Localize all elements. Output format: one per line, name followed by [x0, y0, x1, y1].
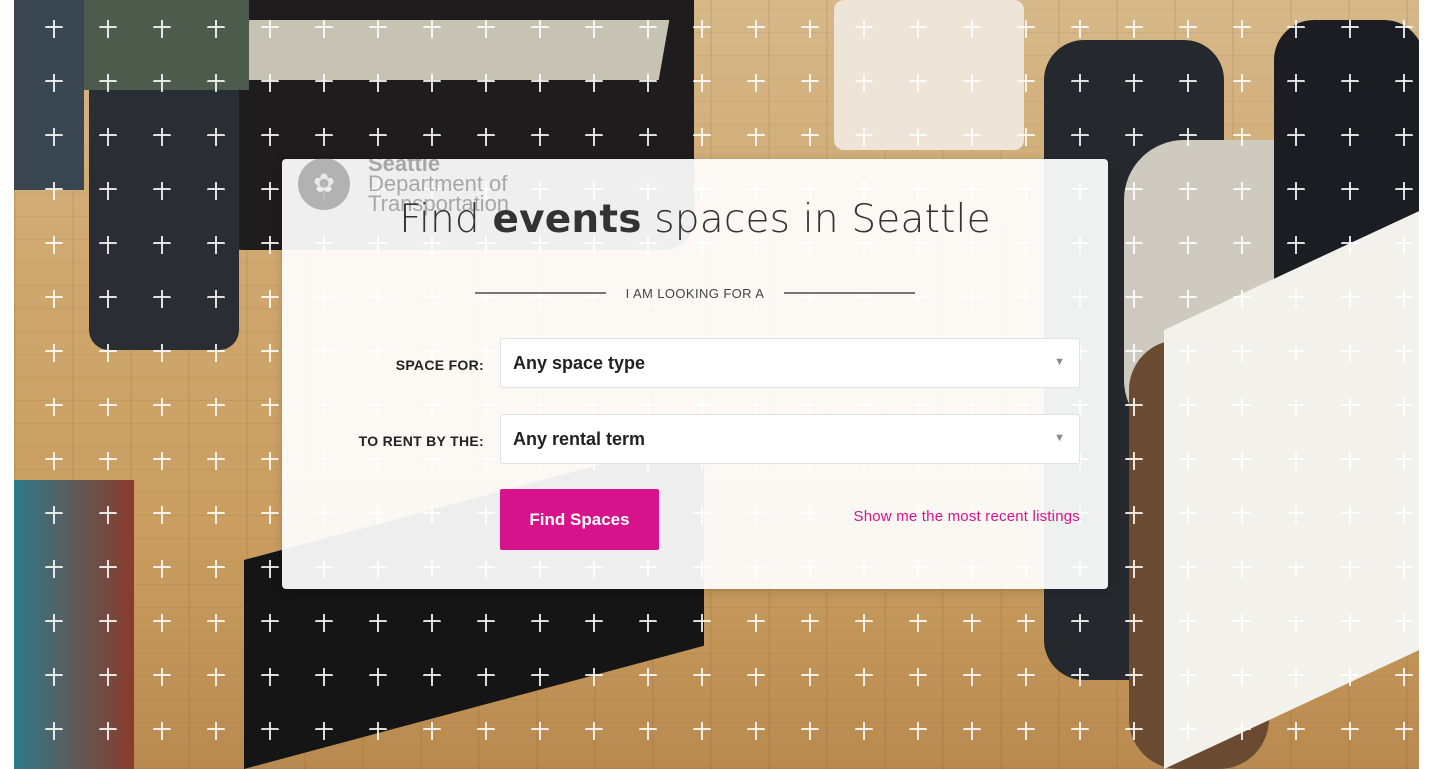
rental-term-select[interactable]: Any rental term ▼	[500, 414, 1080, 464]
title-suffix: spaces in Seattle	[641, 197, 991, 242]
space-type-value: Any space type	[513, 352, 646, 373]
title-prefix: Find	[399, 197, 493, 242]
background-photo-person-sweater	[14, 480, 134, 769]
background-photo-person-center	[834, 0, 1024, 150]
space-for-label: SPACE FOR:	[395, 357, 484, 373]
looking-for-divider: I AM LOOKING FOR A	[475, 283, 915, 303]
chevron-down-icon: ▼	[1054, 432, 1065, 444]
background-photo-person-edge	[14, 0, 84, 190]
background-photo-flyers	[238, 20, 670, 80]
recent-listings-link[interactable]: Show me the most recent listings	[770, 508, 1080, 525]
space-type-select[interactable]: Any space type ▼	[500, 338, 1080, 388]
rent-by-label: TO RENT BY THE:	[358, 433, 484, 449]
rental-term-value: Any rental term	[513, 428, 646, 449]
title-highlight: events	[492, 197, 642, 242]
looking-for-label: I AM LOOKING FOR A	[625, 285, 765, 301]
background-photo-person-left-shirt	[84, 0, 249, 90]
chevron-down-icon: ▼	[1054, 356, 1065, 368]
divider-line-left	[475, 292, 606, 294]
page-title: Find events spaces in Seattle	[282, 197, 1108, 242]
find-spaces-button[interactable]: Find Spaces	[500, 489, 659, 550]
divider-line-right	[784, 292, 915, 294]
